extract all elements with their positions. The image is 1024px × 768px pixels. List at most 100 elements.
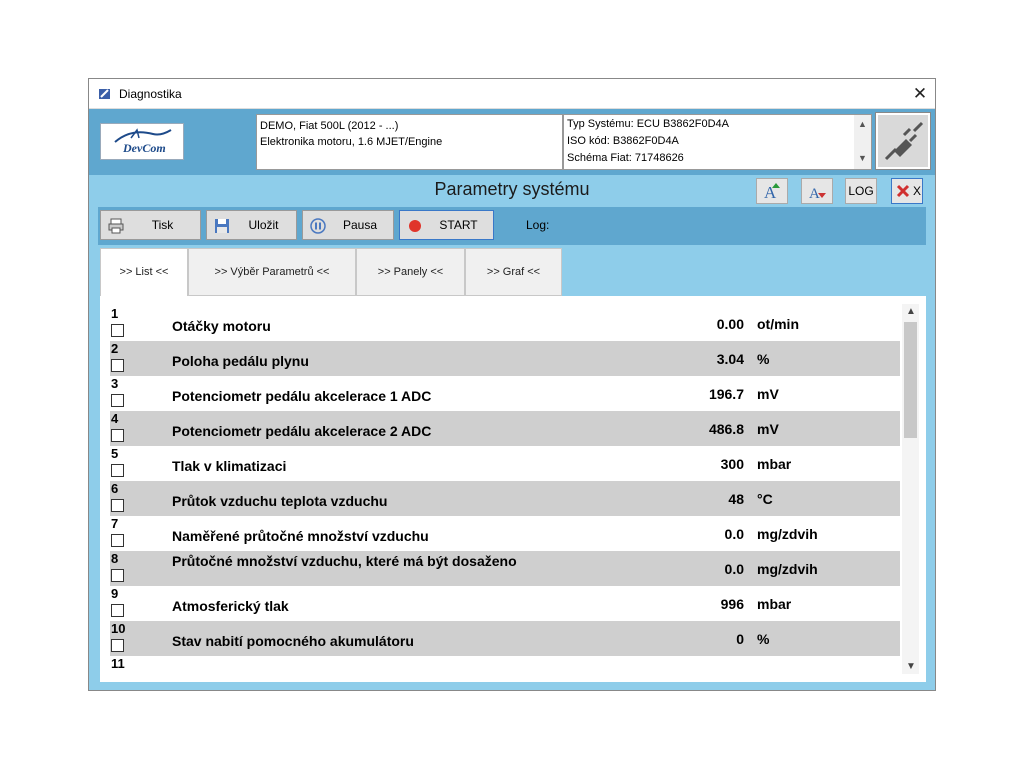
parameter-row: 7 Naměřené průtočné množství vzduchu 0.0… bbox=[110, 516, 900, 551]
record-icon bbox=[409, 220, 421, 232]
system-info-box[interactable]: Typ Systému: ECU B3862F0D4A ISO kód: B38… bbox=[563, 114, 872, 170]
row-checkbox[interactable] bbox=[111, 569, 124, 582]
start-label: START bbox=[439, 218, 478, 232]
save-button[interactable]: Uložit bbox=[206, 210, 297, 240]
parameter-unit: % bbox=[757, 631, 770, 647]
row-checkbox[interactable] bbox=[111, 534, 124, 547]
row-number: 1 bbox=[111, 306, 119, 321]
parameter-value: 996 bbox=[720, 596, 744, 612]
parameter-name: Průtok vzduchu teplota vzduchu bbox=[172, 493, 388, 509]
parameter-row: 6 Průtok vzduchu teplota vzduchu 48 °C bbox=[110, 481, 900, 516]
row-checkbox[interactable] bbox=[111, 429, 124, 442]
disconnect-button[interactable] bbox=[875, 112, 931, 170]
parameter-row: 10 Stav nabití pomocného akumulátoru 0 % bbox=[110, 621, 900, 656]
close-panel-button[interactable]: X bbox=[891, 178, 923, 204]
red-x-icon bbox=[896, 184, 910, 198]
parameter-name: Poloha pedálu plynu bbox=[172, 353, 309, 369]
vehicle-info-line: Elektronika motoru, 1.6 MJET/Engine bbox=[260, 136, 443, 148]
sub-header: Parametry systému A A LOG X bbox=[89, 175, 935, 205]
row-checkbox[interactable] bbox=[111, 499, 124, 512]
system-info-line: Schéma Fiat: 71748626 bbox=[567, 152, 684, 164]
chevron-up-icon[interactable]: ▲ bbox=[858, 116, 867, 133]
parameter-value: 0 bbox=[736, 631, 744, 647]
parameter-list: 1 Otáčky motoru 0.00 ot/min 2 Poloha ped… bbox=[110, 306, 900, 672]
parameter-row: 3 Potenciometr pedálu akcelerace 1 ADC 1… bbox=[110, 376, 900, 411]
chevron-down-icon[interactable]: ▼ bbox=[858, 150, 867, 167]
parameter-name: Průtočné množství vzduchu, které má být … bbox=[172, 553, 517, 569]
system-info-scrollbar[interactable]: ▲ ▼ bbox=[854, 115, 871, 169]
row-number: 6 bbox=[111, 481, 119, 496]
list-scrollbar[interactable]: ▲ ▼ bbox=[902, 304, 919, 674]
parameter-row: 8 Průtočné množství vzduchu, které má bý… bbox=[110, 551, 900, 586]
row-number: 7 bbox=[111, 516, 119, 531]
row-checkbox[interactable] bbox=[111, 324, 124, 337]
row-number: 11 bbox=[111, 656, 125, 671]
parameter-row: 1 Otáčky motoru 0.00 ot/min bbox=[110, 306, 900, 341]
parameter-name: Naměřené průtočné množství vzduchu bbox=[172, 528, 429, 544]
pause-label: Pausa bbox=[342, 218, 378, 232]
parameter-value: 48 bbox=[728, 491, 744, 507]
parameter-unit: mbar bbox=[757, 456, 792, 472]
row-checkbox[interactable] bbox=[111, 464, 124, 477]
log-button[interactable]: LOG bbox=[845, 178, 877, 204]
parameter-list-panel: 1 Otáčky motoru 0.00 ot/min 2 Poloha ped… bbox=[100, 296, 926, 682]
close-panel-label: X bbox=[913, 184, 922, 198]
row-number: 8 bbox=[111, 551, 119, 566]
vehicle-info-box: DEMO, Fiat 500L (2012 - ...) Elektronika… bbox=[256, 114, 563, 170]
parameter-value: 3.04 bbox=[716, 351, 744, 367]
row-checkbox[interactable] bbox=[111, 639, 124, 652]
parameter-value: 0.00 bbox=[716, 316, 744, 332]
parameter-name: Atmosferický tlak bbox=[172, 598, 289, 614]
save-label: Uložit bbox=[248, 218, 279, 232]
tab-graph[interactable]: >> Graf << bbox=[465, 248, 562, 296]
log-label: Log: bbox=[526, 218, 550, 232]
diagnostics-window: Diagnostika ✕ DevCom DEMO, Fiat 500L (20… bbox=[88, 78, 936, 691]
window-title: Diagnostika bbox=[119, 87, 182, 101]
scrollbar-thumb[interactable] bbox=[904, 322, 917, 438]
parameter-value: 300 bbox=[720, 456, 744, 472]
parameter-row: 5 Tlak v klimatizaci 300 mbar bbox=[110, 446, 900, 481]
svg-text:A: A bbox=[809, 186, 820, 201]
row-checkbox[interactable] bbox=[111, 394, 124, 407]
row-number: 10 bbox=[111, 621, 126, 636]
vehicle-info-line: DEMO, Fiat 500L (2012 - ...) bbox=[260, 120, 399, 132]
parameter-unit: mg/zdvih bbox=[757, 526, 818, 542]
row-number: 5 bbox=[111, 446, 119, 461]
start-button[interactable]: START bbox=[399, 210, 494, 240]
parameter-value: 0.0 bbox=[724, 526, 744, 542]
row-number: 4 bbox=[111, 411, 119, 426]
font-decrease-button[interactable]: A bbox=[801, 178, 833, 204]
row-number: 9 bbox=[111, 586, 119, 601]
pause-button[interactable]: Pausa bbox=[302, 210, 394, 240]
parameter-unit: % bbox=[757, 351, 770, 367]
print-button[interactable]: Tisk bbox=[100, 210, 201, 240]
title-bar: Diagnostika ✕ bbox=[89, 79, 935, 109]
print-label: Tisk bbox=[151, 218, 174, 232]
row-number: 2 bbox=[111, 341, 119, 356]
parameter-name: Potenciometr pedálu akcelerace 1 ADC bbox=[172, 388, 432, 404]
chevron-down-icon[interactable]: ▼ bbox=[906, 661, 916, 672]
row-checkbox[interactable] bbox=[111, 604, 124, 617]
header-panel: DevCom DEMO, Fiat 500L (2012 - ...) Elek… bbox=[89, 109, 935, 175]
parameter-unit: mV bbox=[757, 421, 779, 437]
parameter-value: 486.8 bbox=[708, 421, 744, 437]
close-window-button[interactable]: ✕ bbox=[905, 79, 935, 109]
tab-panels[interactable]: >> Panely << bbox=[356, 248, 465, 296]
parameter-value: 0.0 bbox=[724, 561, 744, 577]
logo-text: DevCom bbox=[123, 141, 166, 155]
parameter-unit: mg/zdvih bbox=[757, 561, 818, 577]
parameter-row: 9 Atmosferický tlak 996 mbar bbox=[110, 586, 900, 621]
app-icon bbox=[99, 89, 110, 99]
system-info-line: Typ Systému: ECU B3862F0D4A bbox=[567, 118, 730, 130]
font-increase-button[interactable]: A bbox=[756, 178, 788, 204]
parameter-row: 2 Poloha pedálu plynu 3.04 % bbox=[110, 341, 900, 376]
row-checkbox[interactable] bbox=[111, 359, 124, 372]
toolbar: Tisk Uložit Pausa START Log: bbox=[98, 207, 926, 245]
pause-icon bbox=[310, 218, 326, 234]
parameter-unit: °C bbox=[757, 491, 773, 507]
devcom-logo: DevCom bbox=[100, 123, 184, 160]
chevron-up-icon[interactable]: ▲ bbox=[906, 306, 916, 317]
printer-icon bbox=[108, 218, 124, 234]
tab-parameter-selection[interactable]: >> Výběr Parametrů << bbox=[188, 248, 356, 296]
tab-list[interactable]: >> List << bbox=[100, 248, 188, 297]
